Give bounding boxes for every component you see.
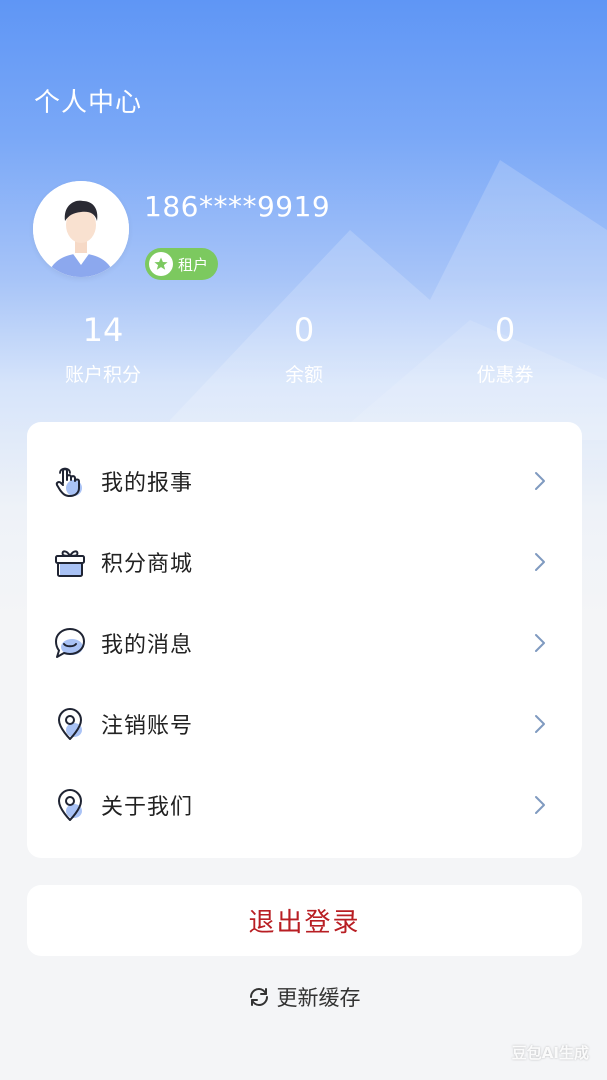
menu-item-deactivate-account-label: 注销账号 (101, 713, 194, 739)
stat-balance-value: 0 (293, 311, 315, 349)
watermark: 豆包AI生成 (511, 1044, 589, 1062)
page-title: 个人中心 (34, 88, 143, 118)
refresh-icon (249, 987, 268, 1007)
refresh-cache-label: 更新缓存 (276, 986, 361, 1010)
stat-points-value: 14 (82, 311, 124, 349)
menu-item-reports-label: 我的报事 (101, 470, 194, 496)
role-label: 租户 (178, 255, 209, 274)
menu-item-deactivate-account[interactable]: 注销账号 (27, 683, 582, 764)
menu-item-about-us-label: 关于我们 (101, 794, 194, 820)
menu-card: 我的报事 积分商城 我的消息 注销账号 关于我们 (27, 422, 582, 858)
star-icon (149, 252, 173, 276)
chevron-right-icon (535, 552, 545, 571)
hand-tap-icon (55, 467, 82, 497)
chevron-right-icon (535, 795, 545, 814)
menu-item-messages-label: 我的消息 (101, 632, 194, 658)
stat-balance-label: 余额 (284, 364, 323, 386)
menu-item-reports[interactable]: 我的报事 (27, 440, 582, 521)
avatar[interactable] (33, 181, 129, 277)
gift-icon (55, 549, 85, 577)
stat-coupons-label: 优惠券 (476, 364, 534, 386)
menu-item-messages[interactable]: 我的消息 (27, 602, 582, 683)
chevron-right-icon (535, 633, 545, 652)
stat-balance[interactable]: 0 余额 (224, 310, 384, 388)
user-avatar-icon (33, 181, 129, 277)
stat-coupons[interactable]: 0 优惠券 (425, 310, 585, 388)
user-phone: 186****9919 (144, 190, 331, 223)
location-pin-icon (58, 707, 82, 740)
logout-button[interactable]: 退出登录 (27, 885, 582, 956)
menu-item-about-us[interactable]: 关于我们 (27, 764, 582, 845)
role-badge: 租户 (145, 248, 219, 280)
stat-points[interactable]: 14 账户积分 (23, 310, 183, 388)
location-pin-icon (58, 788, 82, 821)
chevron-right-icon (535, 471, 545, 490)
chat-bubble-icon (55, 627, 85, 658)
menu-item-points-mall[interactable]: 积分商城 (27, 521, 582, 602)
stat-coupons-value: 0 (494, 311, 516, 349)
menu-item-points-mall-label: 积分商城 (101, 551, 194, 577)
stat-points-label: 账户积分 (64, 364, 141, 386)
refresh-cache-button[interactable]: 更新缓存 (0, 982, 607, 1012)
chevron-right-icon (535, 714, 545, 733)
